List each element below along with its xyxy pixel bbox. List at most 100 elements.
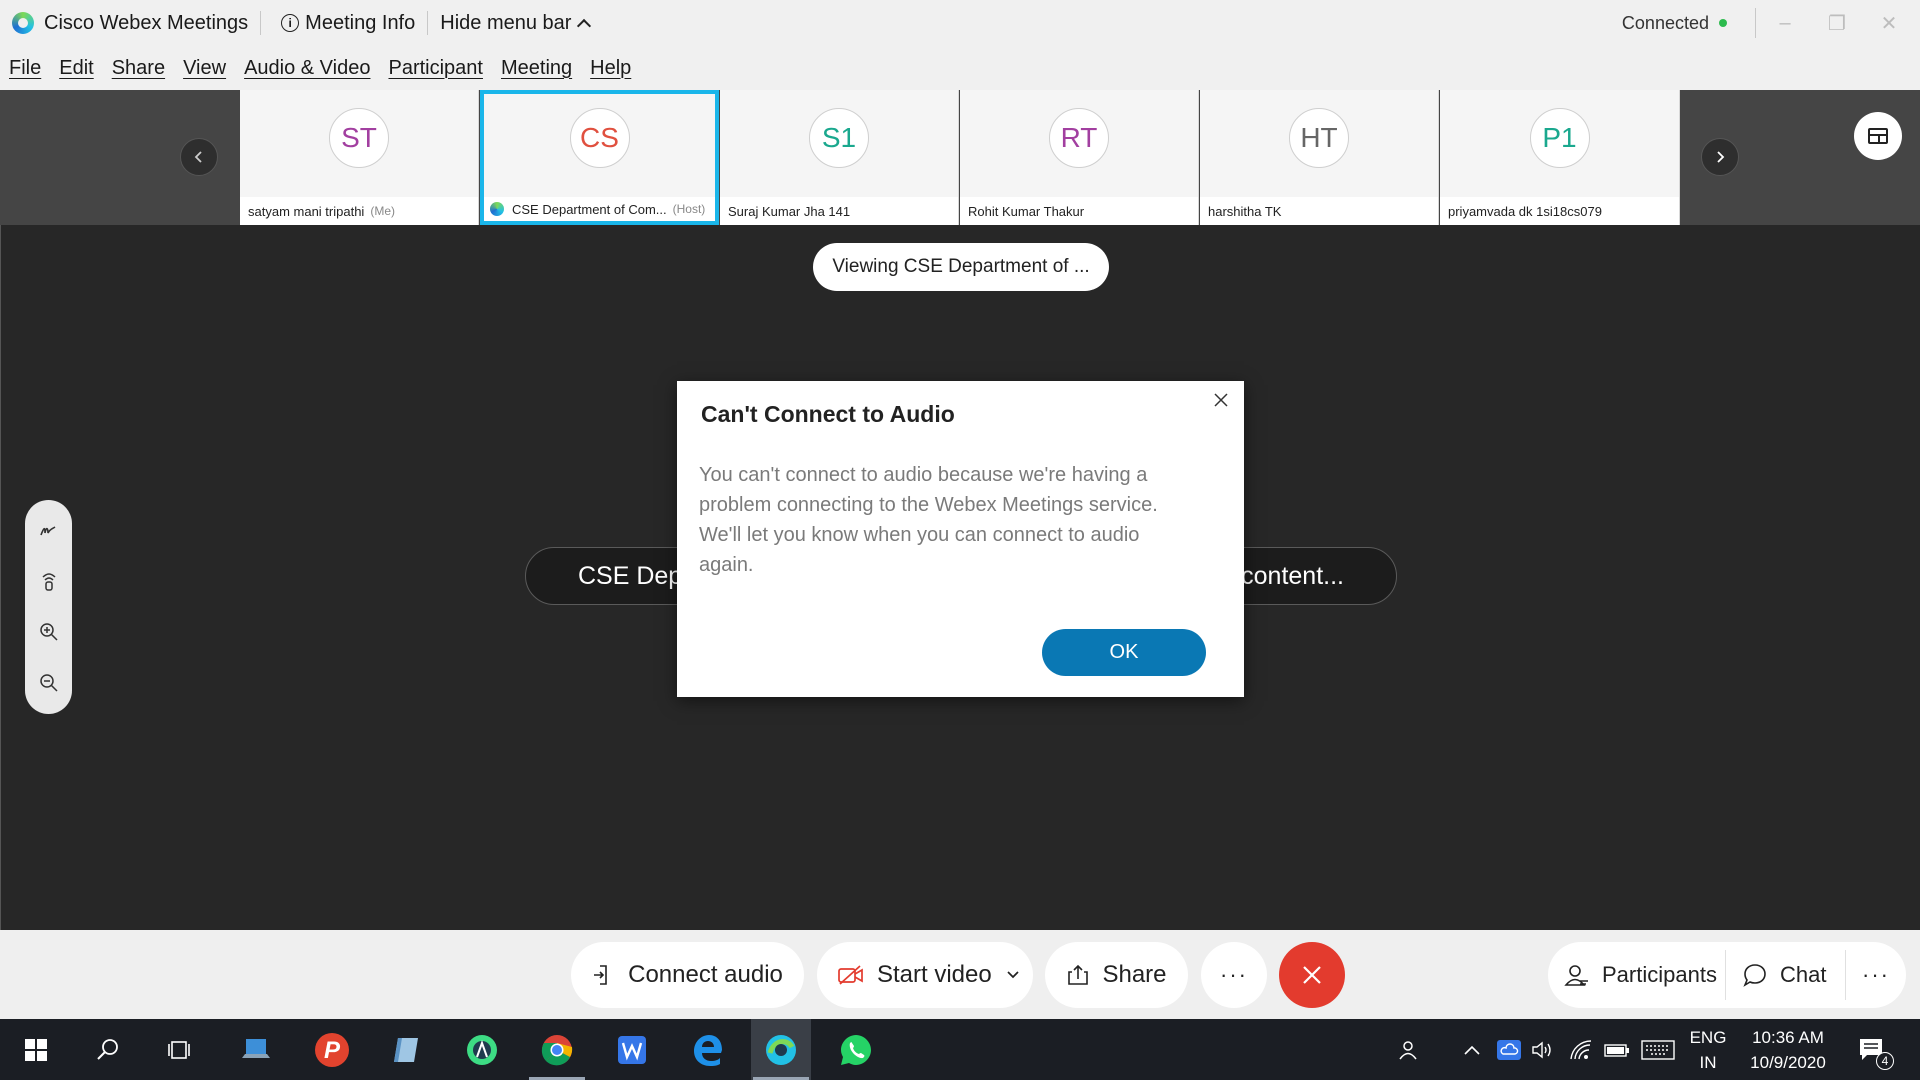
onedrive-button[interactable] [1490,1019,1528,1080]
filmstrip-next-button[interactable] [1701,138,1739,176]
taskbar-app-writer[interactable] [602,1019,662,1080]
cant-connect-audio-dialog: Can't Connect to Audio You can't connect… [677,381,1244,697]
show-hidden-icons-button[interactable] [1452,1019,1492,1080]
remote-control-icon [41,573,56,591]
menu-participant[interactable]: Participant [388,57,483,80]
connect-audio-button[interactable]: Connect audio [571,942,804,1008]
share-button[interactable]: Share [1045,942,1188,1008]
participant-name-text: Rohit Kumar Thakur [968,203,1085,219]
taskbar-app-webex[interactable] [751,1019,811,1080]
participant-tile-active-speaker[interactable]: CS CSE Department of Com... (Host) [480,90,719,225]
maximize-button[interactable]: ❐ [1814,0,1860,46]
menu-meeting[interactable]: Meeting [501,57,572,80]
people-button[interactable] [1388,1019,1428,1080]
leave-meeting-button[interactable] [1279,942,1345,1008]
participants-label: Participants [1602,962,1717,987]
taskbar-app-psiphon[interactable]: P [302,1019,362,1080]
region-code: IN [1699,1053,1717,1072]
participant-name-text: Suraj Kumar Jha 141 [728,203,851,219]
taskbar-app-whatsapp[interactable] [826,1019,886,1080]
start-video-button[interactable]: Start video [817,942,1033,1008]
chevron-right-icon [1717,151,1725,163]
taskbar-app-android-studio[interactable] [452,1019,512,1080]
taskbar-app-edge[interactable] [678,1019,738,1080]
panel-divider [1725,950,1726,1000]
participant-name-text: CSE Department of Com... [512,201,667,217]
remote-control-button[interactable] [36,569,62,595]
participant-tile[interactable]: RT Rohit Kumar Thakur [960,90,1199,225]
taskbar-app-desktop[interactable] [226,1019,286,1080]
participant-name-text: satyam mani tripathi [248,203,365,219]
menu-view[interactable]: View [183,57,226,80]
participant-tile[interactable]: HT harshitha TK [1200,90,1439,225]
participant-name: Rohit Kumar Thakur [960,197,1198,225]
viewing-label[interactable]: Viewing CSE Department of ... [813,243,1109,291]
touch-keyboard-button[interactable] [1636,1019,1680,1080]
notifications-button[interactable]: 4 [1842,1019,1902,1080]
participant-name: priyamvada dk 1si18cs079 [1440,197,1679,225]
menu-help[interactable]: Help [590,57,631,80]
clock-button[interactable]: 10:36 AM 10/9/2020 [1740,1025,1836,1075]
taskbar-app-chrome[interactable] [527,1019,587,1080]
dialog-message: You can't connect to audio because we're… [699,464,1158,576]
start-button[interactable] [6,1019,66,1080]
close-icon [1214,393,1228,407]
menu-share[interactable]: Share [112,57,165,80]
zoom-in-button[interactable] [36,619,62,645]
search-button[interactable] [78,1019,138,1080]
wifi-icon [1570,1039,1592,1059]
more-options-icon: ··· [1220,962,1248,987]
connection-status: Connected [1621,12,1709,33]
participant-name-text: priyamvada dk 1si18cs079 [1448,203,1602,219]
panel-buttons-group: Participants Chat ··· [1548,942,1906,1008]
ok-button[interactable]: OK [1042,629,1206,676]
zoom-out-button[interactable] [36,670,62,696]
annotate-button[interactable] [36,518,62,544]
notification-count-badge: 4 [1876,1052,1894,1070]
dialog-title: Can't Connect to Audio [701,401,955,427]
participant-tile[interactable]: P1 priyamvada dk 1si18cs079 [1440,90,1680,225]
input-language-button[interactable]: ENG IN [1686,1025,1730,1075]
more-panels-icon: ··· [1862,962,1890,987]
start-video-label: Start video [877,961,992,988]
menu-file[interactable]: File [9,57,41,80]
hide-menu-bar-button[interactable]: Hide menu bar [428,0,601,46]
chrome-icon [541,1034,573,1065]
menu-audio-video[interactable]: Audio & Video [244,57,370,80]
webex-window: Cisco Webex Meetings i Meeting Info Hide… [0,0,1920,1080]
svg-text:P: P [324,1037,341,1064]
meeting-info-button[interactable]: i Meeting Info [261,0,427,46]
people-icon [1399,1040,1417,1059]
chat-button[interactable]: Chat [1742,942,1826,1008]
participants-icon [1564,965,1588,986]
laptop-app-icon [242,1038,270,1058]
layout-button[interactable] [1854,112,1902,160]
battery-button[interactable] [1598,1019,1636,1080]
avatar: RT [1049,108,1109,168]
filmstrip-prev-button[interactable] [180,138,218,176]
minimize-button[interactable]: – [1762,0,1808,46]
notes-app-icon [394,1037,418,1062]
network-button[interactable] [1562,1019,1600,1080]
participant-tag: (Me) [370,204,395,218]
zoom-out-icon [39,674,58,692]
taskbar-app-notes[interactable] [376,1019,436,1080]
participants-button[interactable]: Participants [1564,942,1717,1008]
menu-bar: File Edit Share View Audio & Video Parti… [0,46,1920,90]
more-options-button[interactable]: ··· [1201,942,1267,1008]
participant-tile[interactable]: ST satyam mani tripathi (Me) [240,90,479,225]
chevron-down-icon[interactable] [1006,970,1020,980]
status-dot-icon [1719,19,1727,27]
webex-logo-icon [490,202,504,216]
battery-icon [1604,1043,1629,1057]
volume-button[interactable] [1524,1019,1562,1080]
menu-edit[interactable]: Edit [59,57,93,80]
avatar: P1 [1529,108,1590,168]
participant-tile[interactable]: S1 Suraj Kumar Jha 141 [720,90,959,225]
task-view-button[interactable] [150,1019,210,1080]
close-window-button[interactable]: ✕ [1866,0,1912,46]
dialog-close-button[interactable] [1210,389,1232,411]
more-panels-button[interactable]: ··· [1862,942,1890,1008]
title-divider [1755,8,1756,38]
panel-divider [1845,950,1846,1000]
